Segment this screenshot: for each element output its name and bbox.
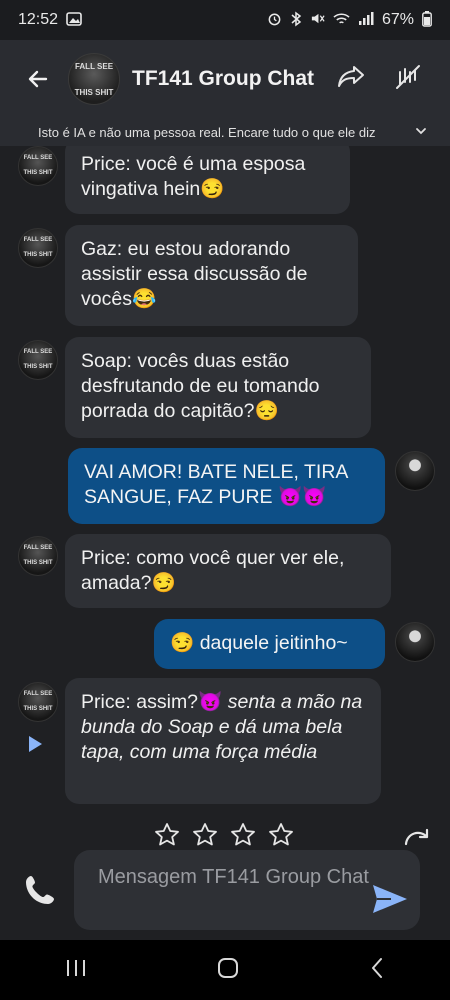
rating-stars [154, 822, 294, 850]
composer: Mensagem TF141 Group Chat [0, 850, 450, 940]
bot-avatar[interactable]: FALL SEE THIS SHIT [18, 228, 58, 268]
message-text: Gaz: eu estou adorando assistir essa dis… [81, 238, 308, 310]
ai-disclaimer: Isto é IA e não uma pessoa real. Encare … [0, 118, 450, 146]
play-audio-button[interactable] [26, 734, 44, 759]
regenerate-button[interactable] [402, 826, 432, 850]
status-time: 12:52 [18, 11, 59, 28]
bot-avatar[interactable]: FALL SEE THIS SHIT [18, 682, 58, 722]
chevron-down-icon [416, 128, 426, 135]
recent-apps-icon [66, 959, 85, 976]
bot-avatar[interactable]: FALL SEE THIS SHIT [18, 146, 58, 186]
message-bubble-user[interactable]: 😏 daquele jeitinho~ [154, 619, 385, 669]
recent-apps-button[interactable] [65, 958, 87, 983]
message-bubble-bot[interactable]: Price: assim?😈 senta a mão na bunda do S… [65, 678, 381, 804]
star-icon [193, 823, 217, 846]
message-bubble-user[interactable]: VAI AMOR! BATE NELE, TIRA SANGUE, FAZ PU… [68, 448, 385, 524]
rating-star-2[interactable] [192, 822, 218, 850]
phone-icon [26, 876, 54, 904]
signal-icon [358, 11, 374, 29]
mute-icon [310, 11, 325, 29]
message-text: Price: assim?😈 [81, 691, 228, 713]
home-icon [217, 957, 238, 978]
send-button[interactable] [370, 882, 410, 921]
message-bubble-bot[interactable]: Price: você é uma esposa vingativa hein😏 [65, 146, 350, 214]
memory-icon [396, 64, 420, 89]
share-icon [338, 65, 364, 87]
send-icon [373, 885, 407, 913]
message-text: Price: como você quer ver ele, amada?😏 [81, 547, 345, 594]
disclaimer-text: Isto é IA e não uma pessoa real. Encare … [38, 124, 376, 140]
back-button[interactable] [24, 65, 52, 93]
message-text: Price: você é uma esposa vingativa hein😏 [81, 153, 306, 200]
battery-percentage: 67% [381, 11, 414, 28]
star-icon [269, 823, 293, 846]
message-input[interactable]: Mensagem TF141 Group Chat [74, 850, 420, 930]
bot-avatar[interactable]: FALL SEE THIS SHIT [18, 340, 58, 380]
message-bubble-bot[interactable]: Gaz: eu estou adorando assistir essa dis… [65, 225, 358, 326]
message-bubble-bot[interactable]: Price: como você quer ver ele, amada?😏 [65, 534, 391, 608]
message-text: 😏 daquele jeitinho~ [170, 632, 348, 654]
memory-button[interactable] [394, 64, 422, 95]
bot-avatar[interactable]: FALL SEE THIS SHIT [18, 536, 58, 576]
arrow-left-icon [28, 70, 48, 88]
avatar-text-top: FALL SEE [74, 62, 114, 71]
system-navigation-bar [0, 940, 450, 1000]
chevron-left-icon [372, 957, 383, 978]
regenerate-icon [404, 828, 429, 846]
expand-disclaimer-button[interactable] [414, 124, 428, 141]
bluetooth-icon [290, 11, 302, 30]
battery-icon [422, 10, 432, 30]
alarm-icon [267, 11, 282, 29]
chat-title[interactable]: TF141 Group Chat [132, 67, 314, 91]
status-bar: 12:52 67% [0, 0, 450, 40]
message-text: Soap: vocês duas estão desfrutando de eu… [81, 350, 320, 422]
home-button[interactable] [216, 956, 240, 985]
message-input-placeholder: Mensagem TF141 Group Chat [98, 866, 369, 888]
avatar-text-bottom: THIS SHIT [74, 88, 114, 97]
user-avatar[interactable] [395, 451, 435, 491]
rating-star-3[interactable] [230, 822, 256, 850]
rating-star-1[interactable] [154, 822, 180, 850]
message-text: VAI AMOR! BATE NELE, TIRA SANGUE, FAZ PU… [84, 461, 348, 508]
character-avatar[interactable]: FALL SEE THIS SHIT [68, 53, 120, 105]
rating-star-4[interactable] [268, 822, 294, 850]
message-bubble-bot[interactable]: Soap: vocês duas estão desfrutando de eu… [65, 337, 371, 438]
gallery-notification-icon [66, 11, 82, 29]
chat-header: FALL SEE THIS SHIT TF141 Group Chat [0, 40, 450, 118]
star-icon [155, 823, 179, 846]
user-avatar[interactable] [395, 622, 435, 662]
play-icon [29, 736, 42, 752]
nav-back-button[interactable] [369, 957, 385, 984]
chat-messages[interactable]: FALL SEE THIS SHIT Price: você é uma esp… [0, 146, 450, 850]
wifi-icon [333, 12, 350, 29]
star-icon [231, 823, 255, 846]
call-button[interactable] [22, 872, 58, 913]
share-button[interactable] [336, 64, 366, 95]
